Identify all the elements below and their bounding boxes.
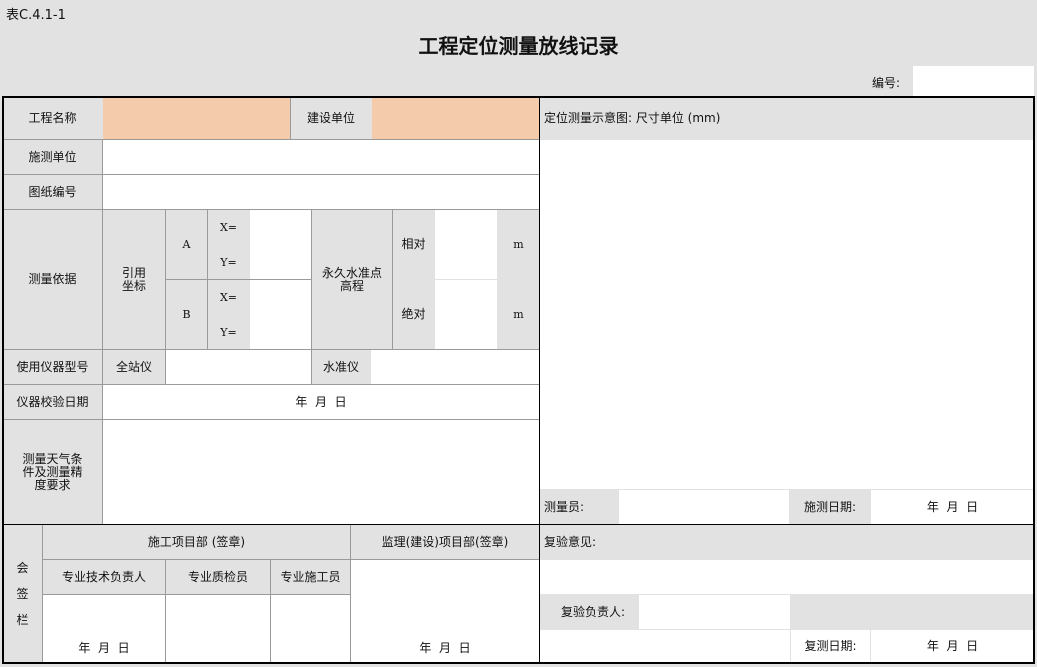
construction-worker-sign[interactable]: [271, 595, 350, 663]
grid-line: [350, 525, 351, 663]
contractor-dept-label: 施工项目部 (签章): [43, 525, 350, 559]
a-y-label: Y=: [208, 245, 249, 279]
survey-date-field[interactable]: 年 月 日: [871, 490, 1034, 524]
point-b-label: B: [166, 280, 207, 349]
grid-line: [42, 525, 43, 663]
tech-lead-label: 专业技术负责人: [43, 560, 165, 594]
number-label: 编号:: [872, 76, 901, 90]
border-left: [2, 96, 4, 664]
relative-unit: m: [498, 210, 539, 279]
b-y-label: Y=: [208, 315, 249, 349]
relative-label: 相对: [393, 210, 434, 279]
grid-line: [3, 384, 539, 385]
quality-inspector-label: 专业质检员: [166, 560, 270, 594]
benchmark-label: 永久水准点高程: [312, 210, 392, 349]
grid-line: [311, 209, 312, 384]
grid-line: [43, 594, 350, 595]
grid-line: [3, 139, 539, 140]
review-date-field[interactable]: 年 月 日: [871, 630, 1034, 663]
a-coord-field[interactable]: [250, 210, 311, 279]
page-title: 工程定位测量放线记录: [418, 34, 619, 58]
survey-basis-label: 测量依据: [3, 210, 102, 349]
total-station-field[interactable]: [166, 350, 311, 384]
grid-line: [3, 209, 539, 210]
reviewer-label: 复验负责人:: [540, 595, 638, 629]
calibration-date-label: 仪器校验日期: [3, 385, 102, 419]
schematic-label: 定位测量示意图: 尺寸单位 (mm): [540, 98, 1034, 139]
surveyor-label: 测量员:: [540, 490, 618, 524]
survey-unit-field[interactable]: [103, 140, 539, 174]
review-opinion-label: 复验意见:: [540, 525, 1034, 559]
border-sign-top: [2, 524, 1035, 525]
grid-line: [165, 209, 166, 384]
border-right: [1033, 96, 1035, 664]
grid-line: [43, 559, 539, 560]
survey-date-label: 施测日期:: [790, 490, 870, 524]
b-coord-field[interactable]: [250, 280, 311, 349]
b-x-label: X=: [208, 280, 249, 315]
grid-line: [3, 174, 539, 175]
grid-line: [207, 209, 208, 349]
grid-line: [3, 349, 539, 350]
total-station-label: 全站仪: [103, 350, 165, 384]
quality-inspector-sign[interactable]: [166, 595, 270, 663]
supervisor-sign[interactable]: 年 月 日: [351, 560, 539, 663]
reviewer-extra: [791, 595, 1034, 629]
grid-line: [290, 98, 291, 139]
review-opinion-field[interactable]: [540, 560, 1034, 594]
number-field[interactable]: [913, 66, 1034, 96]
weather-field[interactable]: [103, 420, 539, 524]
absolute-field[interactable]: [435, 280, 497, 349]
supervisor-dept-label: 监理(建设)项目部(签章): [351, 525, 539, 559]
drawing-no-field[interactable]: [103, 175, 539, 209]
grid-line: [3, 419, 539, 420]
project-name-label: 工程名称: [3, 98, 102, 139]
tech-lead-date: 年 月 日: [78, 641, 130, 655]
border-middle: [539, 96, 540, 664]
review-date-spacer: [540, 630, 790, 663]
tech-lead-sign[interactable]: 年 月 日: [43, 595, 165, 663]
ref-coords-label: 引用坐标: [103, 210, 165, 349]
grid-line: [102, 139, 103, 524]
drawing-no-label: 图纸编号: [3, 175, 102, 209]
grid-line: [270, 559, 271, 663]
level-field[interactable]: [371, 350, 539, 384]
calibration-date-field[interactable]: 年 月 日: [103, 385, 539, 419]
construction-worker-label: 专业施工员: [271, 560, 350, 594]
sign-section-label: 会签栏: [3, 525, 42, 663]
absolute-label: 绝对: [393, 280, 434, 349]
form-code: 表C.4.1-1: [6, 8, 66, 23]
point-a-label: A: [166, 210, 207, 279]
absolute-unit: m: [498, 280, 539, 349]
review-date-label: 复测日期:: [791, 630, 870, 663]
a-x-label: X=: [208, 210, 249, 245]
grid-line: [165, 559, 166, 663]
border-top: [2, 96, 1035, 98]
relative-field[interactable]: [435, 210, 497, 279]
weather-label: 测量天气条件及测量精度要求: [3, 420, 102, 524]
construction-unit-field[interactable]: [372, 98, 539, 139]
surveyor-field[interactable]: [619, 490, 789, 524]
construction-unit-label: 建设单位: [291, 98, 371, 139]
supervisor-date: 年 月 日: [419, 641, 471, 655]
survey-unit-label: 施测单位: [3, 140, 102, 174]
schematic-area[interactable]: [540, 140, 1034, 489]
instrument-model-label: 使用仪器型号: [3, 350, 102, 384]
grid-line: [166, 279, 311, 280]
level-label: 水准仪: [312, 350, 370, 384]
grid-line: [392, 209, 393, 349]
reviewer-field[interactable]: [639, 595, 790, 629]
border-bottom: [2, 662, 1035, 664]
project-name-field[interactable]: [103, 98, 290, 139]
